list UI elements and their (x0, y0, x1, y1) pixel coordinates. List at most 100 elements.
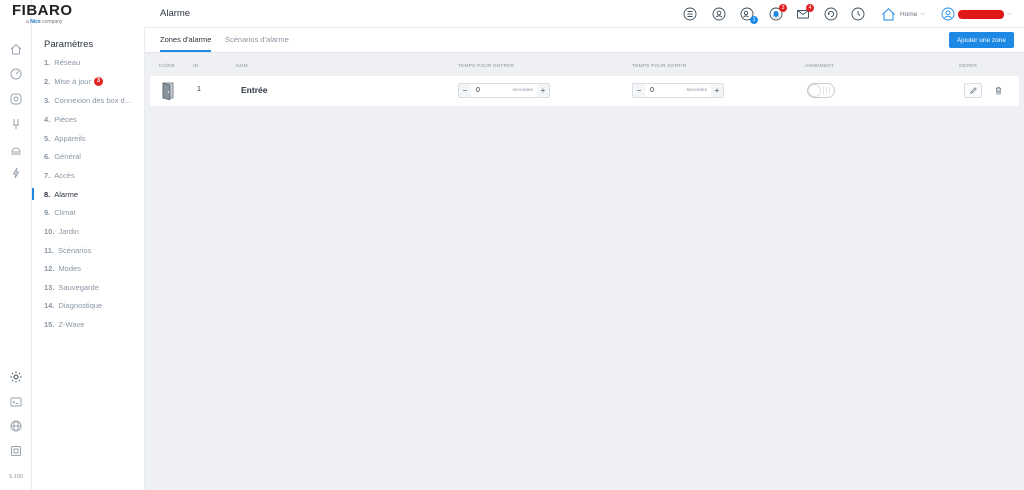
nav-item-mise-a-jour[interactable]: 2. Mise à jour 3 (44, 74, 144, 88)
col-header-entry-time: TEMPS POUR ENTRER (458, 64, 515, 69)
nav-item-num: 1. (44, 57, 51, 67)
toggle-knob (809, 85, 820, 96)
nav-item-num: 3. (44, 95, 51, 105)
nav-item-num: 2. (44, 76, 51, 86)
active-indicator (32, 188, 34, 200)
exit-time-input[interactable]: 0 (645, 87, 686, 94)
add-zone-button[interactable]: Ajouter une zone (948, 32, 1014, 48)
main-content: Zones d'alarme Scénarios d'alarme Ajoute… (145, 28, 1024, 490)
nav-item-num: 10. (44, 226, 55, 236)
entry-time-input[interactable]: 0 (471, 87, 512, 94)
sensor-icon[interactable] (9, 117, 23, 131)
username-redacted (958, 9, 1004, 19)
target-icon[interactable] (9, 92, 23, 106)
col-header-name: NOM (236, 64, 248, 69)
power-icon[interactable] (9, 166, 23, 180)
tabs-bar: Zones d'alarme Scénarios d'alarme Ajoute… (145, 28, 1024, 53)
devices-list-icon[interactable] (683, 7, 697, 21)
nav-item-label: Alarme (54, 189, 79, 199)
nav-item-label: Connexion des box d... (54, 95, 131, 105)
nav-item-general[interactable]: 6. Général (44, 149, 144, 163)
dashboard-icon[interactable] (9, 67, 23, 81)
terminal-icon[interactable] (9, 395, 23, 409)
nav-item-acces[interactable]: 7. Accès (44, 168, 144, 182)
nav-item-z-wave[interactable]: 15. Z-Wave (44, 317, 144, 331)
fibaro-logo[interactable]: FIBARO a Nice company (12, 3, 112, 26)
monitor-icon[interactable] (9, 143, 23, 157)
notifications-bell-icon[interactable]: 3 (769, 4, 787, 21)
chevron-down-icon: ⌵ (920, 10, 925, 17)
entry-decrement-button[interactable]: − (459, 84, 471, 97)
nav-item-label: Z-Wave (58, 319, 85, 329)
user-menu[interactable]: ⌵ (941, 6, 1012, 22)
user-avatar-icon (941, 7, 955, 21)
nav-item-appareils[interactable]: 5. Appareils (44, 131, 144, 145)
toggle-track-pattern (820, 86, 832, 95)
col-header-manage: GÉRER (959, 64, 978, 69)
nav-item-num: 15. (44, 319, 55, 329)
globe-icon[interactable] (9, 419, 23, 433)
users-count-badge: 1 (750, 16, 758, 24)
brand-subtitle: a Nice company (26, 19, 112, 25)
entry-increment-button[interactable]: + (537, 84, 549, 97)
tab-zones-alarme[interactable]: Zones d'alarme (160, 35, 212, 52)
nav-item-num: 7. (44, 170, 51, 180)
tab-scenarios-alarme[interactable]: Scénarios d'alarme (225, 35, 289, 50)
page-title: Alarme (160, 8, 191, 19)
nav-item-reseau[interactable]: 1. Réseau (44, 55, 144, 69)
nav-item-connexion[interactable]: 3. Connexion des box d... (44, 93, 144, 107)
nav-item-num: 14. (44, 300, 55, 310)
edit-zone-button[interactable] (964, 83, 982, 98)
nav-item-alarme[interactable]: 8. Alarme (44, 187, 144, 201)
exit-decrement-button[interactable]: − (633, 84, 645, 97)
brand-sub-name: Nice (30, 19, 41, 25)
nav-item-scenarios[interactable]: 11. Scénarios (44, 243, 144, 257)
nav-item-label: Pièces (54, 114, 77, 124)
nav-item-label: Jardin (58, 226, 79, 236)
chip-icon[interactable] (9, 444, 23, 458)
icon-rail: 5.100 (0, 0, 32, 490)
col-header-exit-time: TEMPS POUR SORTIR (632, 64, 687, 69)
entry-time-stepper: − 0 secondes + (458, 83, 550, 98)
nav-item-label: Climat (54, 207, 76, 217)
nav-item-sauvegarde[interactable]: 13. Sauvegarde (44, 280, 144, 294)
version-label: 5.100 (9, 474, 23, 480)
clock-icon[interactable] (851, 7, 865, 21)
exit-increment-button[interactable]: + (711, 84, 723, 97)
nav-item-label: Sauvegarde (58, 282, 99, 292)
settings-nav: Paramètres 1. Réseau 2. Mise à jour 3 3. Con… (32, 28, 145, 490)
nav-item-num: 8. (44, 189, 51, 199)
table-header: ICÔNE ID NOM TEMPS POUR ENTRER TEMPS POU… (145, 64, 1024, 74)
nav-item-label: Mise à jour (54, 76, 91, 86)
brand-sub-suffix: company (42, 19, 63, 25)
home-icon[interactable] (9, 42, 23, 56)
nav-item-jardin[interactable]: 10. Jardin (44, 224, 144, 238)
mail-icon[interactable]: 4 (796, 4, 814, 21)
nav-item-num: 12. (44, 263, 55, 273)
nav-item-num: 6. (44, 151, 51, 161)
home-label: Home (900, 10, 918, 18)
nav-item-modes[interactable]: 12. Modes (44, 261, 144, 275)
undo-icon[interactable] (824, 7, 838, 21)
update-count-badge: 3 (93, 76, 103, 86)
nav-item-label: Appareils (54, 133, 86, 143)
home-selector[interactable]: Home ⌵ (881, 6, 925, 22)
nav-item-diagnostique[interactable]: 14. Diagnostique (44, 298, 144, 312)
trash-icon (995, 86, 1001, 95)
nav-item-num: 11. (44, 245, 55, 255)
mail-count-badge: 4 (806, 4, 814, 12)
arming-toggle[interactable] (807, 83, 835, 98)
settings-icon[interactable] (9, 370, 23, 384)
zone-id: 1 (197, 86, 201, 93)
nav-item-label: Réseau (54, 57, 81, 67)
nav-item-num: 5. (44, 133, 51, 143)
nav-item-label: Accès (54, 170, 75, 180)
zone-name: Entrée (241, 85, 268, 95)
nav-item-climat[interactable]: 9. Climat (44, 205, 144, 219)
users-icon[interactable]: 1 (740, 7, 758, 24)
col-header-arming: ARMEMENT (805, 64, 835, 69)
exit-time-unit: secondes (686, 88, 707, 93)
user-sync-icon[interactable] (712, 7, 726, 21)
nav-item-pieces[interactable]: 4. Pièces (44, 112, 144, 126)
delete-zone-button[interactable] (992, 83, 1004, 98)
